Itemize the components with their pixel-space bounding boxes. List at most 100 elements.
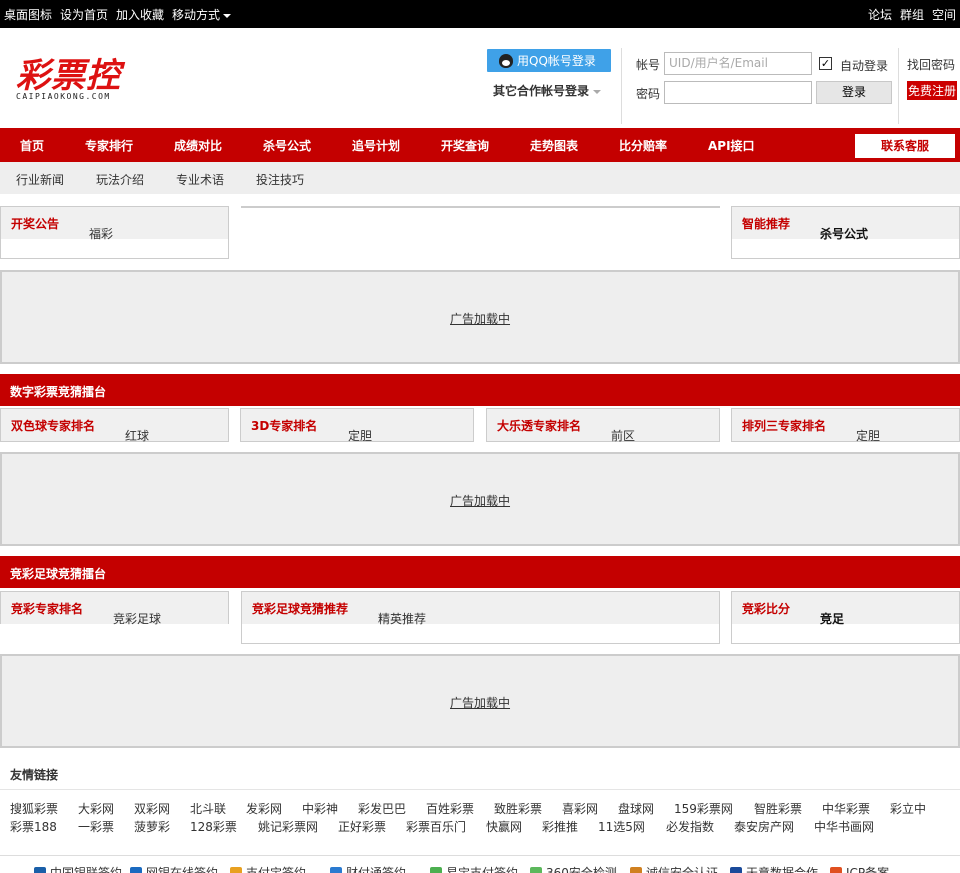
friend-link[interactable]: 菠萝彩: [134, 818, 170, 835]
auto-login-checkbox[interactable]: ✓: [819, 57, 832, 70]
panel-header: 开奖公告 福彩: [1, 207, 228, 242]
panel-tab[interactable]: 红球: [125, 427, 149, 444]
auto-login-label: 自动登录: [840, 59, 889, 73]
friend-link[interactable]: 盘球网: [618, 800, 654, 817]
mobile-menu[interactable]: 移动方式: [172, 6, 232, 23]
panel-tab[interactable]: 竞彩足球: [113, 610, 161, 627]
panel-tab[interactable]: 竞足: [820, 610, 844, 627]
friend-link[interactable]: 彩立中: [890, 800, 926, 817]
ad-banner[interactable]: 广告加载中: [0, 654, 960, 748]
nav-api[interactable]: API接口: [708, 137, 755, 154]
login-button[interactable]: 登录: [816, 81, 892, 104]
nav-score-odds[interactable]: 比分赔率: [619, 137, 667, 154]
3d-expert-panel: 3D专家排名 定胆: [240, 408, 474, 444]
nav-compare[interactable]: 成绩对比: [174, 137, 222, 154]
add-favorite-link[interactable]: 加入收藏: [116, 6, 164, 23]
friend-link[interactable]: 159彩票网: [674, 800, 733, 817]
divider: [0, 789, 960, 790]
friend-link[interactable]: 双彩网: [134, 800, 170, 817]
friend-link[interactable]: 11选5网: [598, 818, 645, 835]
jc-score-panel: 竞彩比分 竞足: [731, 591, 960, 644]
friend-link[interactable]: 发彩网: [246, 800, 282, 817]
friend-link[interactable]: 彩发巴巴: [358, 800, 406, 817]
ad-loading-text: 广告加载中: [450, 696, 511, 710]
nav-draw-query[interactable]: 开奖查询: [441, 137, 489, 154]
ad-banner[interactable]: 广告加载中: [0, 270, 960, 364]
subnav-terms[interactable]: 专业术语: [176, 171, 224, 188]
password-input[interactable]: [664, 81, 812, 104]
friend-link[interactable]: 128彩票: [190, 818, 237, 835]
panel-title: 大乐透专家排名: [497, 419, 582, 433]
friend-link[interactable]: 彩票百乐门: [406, 818, 466, 835]
subnav-gameplay[interactable]: 玩法介绍: [96, 171, 144, 188]
friend-link[interactable]: 泰安房产网: [734, 818, 794, 835]
nav-trend-chart[interactable]: 走势图表: [530, 137, 578, 154]
friend-link[interactable]: 喜彩网: [562, 800, 598, 817]
friend-link[interactable]: 一彩票: [78, 818, 114, 835]
footer-badge[interactable]: 财付通签约: [330, 864, 406, 873]
footer-badge[interactable]: 支付宝签约: [230, 864, 306, 873]
qq-icon: [499, 53, 513, 68]
footer-badge-label: 中国银联签约: [50, 866, 123, 873]
nav-expert-rank[interactable]: 专家排行: [85, 137, 133, 154]
badge-icon: [630, 866, 642, 873]
badge-icon: [830, 866, 842, 873]
footer-badge[interactable]: 天意数据合作: [730, 864, 818, 873]
friend-link[interactable]: 智胜彩票: [754, 800, 802, 817]
friend-link[interactable]: 搜狐彩票: [10, 800, 58, 817]
find-password-link[interactable]: 找回密码: [907, 56, 955, 73]
forum-link[interactable]: 论坛: [868, 6, 892, 23]
friend-link[interactable]: 北斗联: [190, 800, 226, 817]
panel-tab[interactable]: 福彩: [89, 225, 113, 242]
nav-kill-formula[interactable]: 杀号公式: [263, 137, 311, 154]
contact-service-button[interactable]: 联系客服: [855, 134, 955, 158]
friend-link[interactable]: 必发指数: [666, 818, 714, 835]
account-input[interactable]: UID/用户名/Email: [664, 52, 812, 75]
friend-link[interactable]: 大彩网: [78, 800, 114, 817]
friend-link[interactable]: 姚记彩票网: [258, 818, 318, 835]
panel-tab[interactable]: 杀号公式: [820, 225, 868, 242]
site-logo[interactable]: 彩票控 CAIPIAOKONG.COM: [16, 58, 121, 101]
friend-link[interactable]: 中彩神: [302, 800, 338, 817]
panel-header: 3D专家排名 定胆: [241, 409, 473, 444]
friend-link[interactable]: 致胜彩票: [494, 800, 542, 817]
qq-login-button[interactable]: 用QQ帐号登录: [487, 49, 611, 72]
subnav-tips[interactable]: 投注技巧: [256, 171, 304, 188]
jc-expert-panel: 竞彩专家排名竞彩足球: [0, 591, 229, 627]
friend-link[interactable]: 彩票188: [10, 818, 57, 835]
footer-badge[interactable]: 网银在线签约: [130, 864, 218, 873]
panel-tab[interactable]: 定胆: [856, 427, 880, 444]
friend-link[interactable]: 快赢网: [486, 818, 522, 835]
section-title: 竞彩足球竞猜擂台: [10, 567, 107, 581]
desktop-icon-link[interactable]: 桌面图标: [4, 6, 52, 23]
group-link[interactable]: 群组: [900, 6, 924, 23]
panel-tab[interactable]: 前区: [611, 427, 635, 444]
footer-badge[interactable]: 中国银联签约: [34, 864, 122, 873]
panel-title: 竞彩专家排名: [11, 602, 84, 616]
footer-badge[interactable]: 诚信安全认证: [630, 864, 718, 873]
badge-icon: [730, 866, 742, 873]
friend-link[interactable]: 百姓彩票: [426, 800, 474, 817]
friend-link[interactable]: 中华书画网: [814, 818, 874, 835]
register-button[interactable]: 免费注册: [907, 81, 958, 100]
panel-tab[interactable]: 定胆: [348, 427, 372, 444]
sub-nav: 行业新闻 玩法介绍 专业术语 投注技巧: [0, 162, 960, 194]
top-bar-right: 论坛 群组 空间: [868, 6, 956, 23]
other-login-menu[interactable]: 其它合作帐号登录: [493, 82, 602, 99]
friend-link[interactable]: 中华彩票: [822, 800, 870, 817]
main-nav: 首页 专家排行 成绩对比 杀号公式 追号计划 开奖查询 走势图表 比分赔率 AP…: [0, 128, 960, 162]
footer-badge-label: 财付通签约: [346, 866, 407, 873]
friend-link[interactable]: 彩推推: [542, 818, 578, 835]
friend-link[interactable]: 正好彩票: [338, 818, 386, 835]
panel-tab[interactable]: 精英推荐: [378, 610, 426, 627]
header: 彩票控 CAIPIAOKONG.COM 用QQ帐号登录 其它合作帐号登录 帐号 …: [0, 28, 960, 128]
nav-home[interactable]: 首页: [20, 137, 44, 154]
subnav-news[interactable]: 行业新闻: [16, 171, 64, 188]
set-homepage-link[interactable]: 设为首页: [60, 6, 108, 23]
nav-chase-plan[interactable]: 追号计划: [352, 137, 400, 154]
footer-badge[interactable]: ICP备案: [830, 864, 889, 873]
footer-badge[interactable]: 易宝支付签约: [430, 864, 518, 873]
ad-banner[interactable]: 广告加载中: [0, 452, 960, 546]
space-link[interactable]: 空间: [932, 6, 956, 23]
footer-badge[interactable]: 360安全检测: [530, 864, 617, 873]
